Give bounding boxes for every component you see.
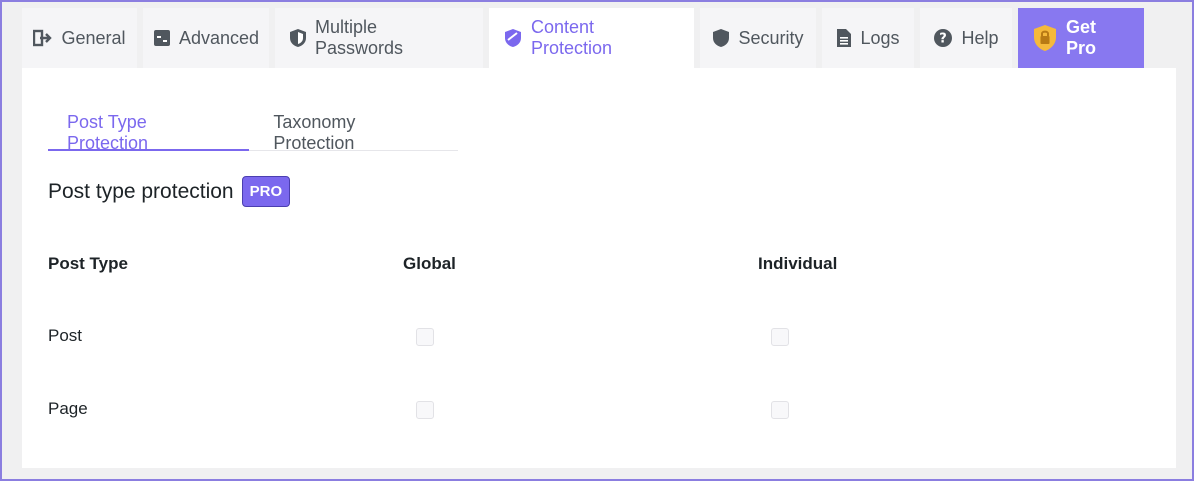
tab-label: Help <box>961 27 999 48</box>
subtab-bar: Post Type Protection Taxonomy Protection <box>48 96 458 153</box>
tab-label: General <box>61 27 126 48</box>
tab-label: Advanced <box>178 27 260 48</box>
column-header-post-type: Post Type <box>48 254 128 273</box>
tab-help[interactable]: ? Help <box>920 8 1012 68</box>
subtab-post-type-protection[interactable]: Post Type Protection <box>48 96 250 153</box>
column-header-global: Global <box>403 254 456 273</box>
lock-shield-icon <box>1032 24 1058 52</box>
tab-label: Multiple Passwords <box>315 17 404 58</box>
document-icon <box>836 28 852 48</box>
page-global-checkbox[interactable] <box>416 401 434 419</box>
post-global-checkbox[interactable] <box>416 328 434 346</box>
tab-general[interactable]: General <box>22 8 137 68</box>
tab-logs[interactable]: Logs <box>822 8 914 68</box>
column-header-individual: Individual <box>758 254 838 273</box>
tab-content-protection[interactable]: Content Protection <box>489 8 694 68</box>
subtab-taxonomy-protection[interactable]: Taxonomy Protection <box>249 96 458 153</box>
tab-multiple-passwords[interactable]: Multiple Passwords <box>275 8 483 68</box>
tab-label: Get Pro <box>1066 17 1097 58</box>
tab-advanced[interactable]: Advanced <box>143 8 269 68</box>
shield-icon <box>289 28 307 48</box>
tab-get-pro[interactable]: Get Pro <box>1018 8 1144 68</box>
section-title: Post type protection <box>48 179 234 203</box>
tab-label: Logs <box>860 27 900 48</box>
tab-security[interactable]: Security <box>700 8 816 68</box>
tab-label: Content Protection <box>531 17 613 58</box>
shield-check-icon <box>503 28 523 48</box>
post-individual-checkbox[interactable] <box>771 328 789 346</box>
content-protection-panel: Post Type Protection Taxonomy Protection… <box>22 68 1176 468</box>
row-label-post: Post <box>48 326 83 345</box>
advanced-icon <box>153 29 171 47</box>
exit-icon <box>33 29 53 47</box>
page-individual-checkbox[interactable] <box>771 401 789 419</box>
shield-icon <box>712 28 730 48</box>
section-heading: Post type protection PRO <box>48 176 291 207</box>
pro-badge: PRO <box>241 176 291 207</box>
row-label-page: Page <box>48 399 88 418</box>
settings-tab-bar: General Advanced Multiple Passwords Cont… <box>22 8 1144 68</box>
help-icon: ? <box>933 28 953 48</box>
tab-label: Security <box>738 27 804 48</box>
svg-text:?: ? <box>940 32 948 47</box>
